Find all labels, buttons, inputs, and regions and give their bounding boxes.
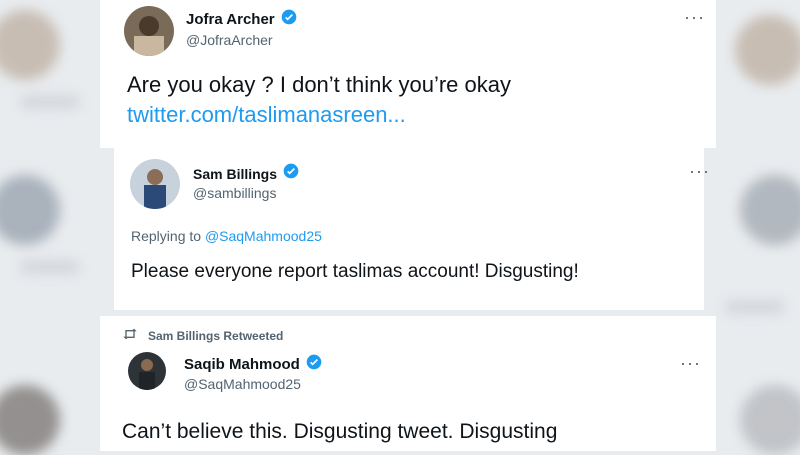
user-handle[interactable]: @JofraArcher	[186, 32, 273, 48]
mention-link[interactable]: @SaqMahmood25	[205, 228, 322, 244]
user-handle[interactable]: @sambillings	[193, 185, 276, 201]
more-icon[interactable]: ···	[680, 354, 701, 372]
tweet-text: Can’t believe this. Disgusting tweet. Di…	[122, 420, 558, 443]
replying-label: Replying to	[131, 228, 202, 244]
verified-badge-icon	[281, 9, 297, 30]
avatar[interactable]	[128, 352, 166, 390]
retweet-context: Sam Billings Retweeted	[122, 328, 283, 343]
tweet-jofra-archer[interactable]: Jofra Archer @JofraArcher ··· Are you ok…	[100, 0, 716, 148]
retweet-icon	[122, 328, 138, 343]
avatar[interactable]	[130, 159, 180, 209]
user-handle[interactable]: @SaqMahmood25	[184, 376, 301, 392]
more-icon[interactable]: ···	[684, 8, 705, 26]
verified-badge-icon	[283, 163, 299, 184]
tweet-link[interactable]: twitter.com/taslimanasreen...	[127, 102, 406, 128]
more-icon[interactable]: ···	[689, 162, 710, 180]
tweet-text: Please everyone report taslimas account!…	[131, 261, 579, 282]
display-name[interactable]: Saqib Mahmood	[184, 356, 300, 373]
tweet-text: Are you okay ? I don’t think you’re okay	[127, 72, 511, 97]
retweet-label[interactable]: Sam Billings Retweeted	[148, 329, 283, 343]
tweet-saqib-mahmood[interactable]: Sam Billings Retweeted Saqib Mahmood @Sa…	[100, 316, 716, 451]
tweet-sam-billings[interactable]: Sam Billings @sambillings ··· Replying t…	[114, 148, 709, 310]
avatar[interactable]	[124, 6, 174, 56]
verified-badge-icon	[306, 354, 322, 375]
replying-to: Replying to @SaqMahmood25	[131, 228, 322, 244]
display-name[interactable]: Sam Billings	[193, 166, 277, 182]
display-name[interactable]: Jofra Archer	[186, 11, 275, 28]
